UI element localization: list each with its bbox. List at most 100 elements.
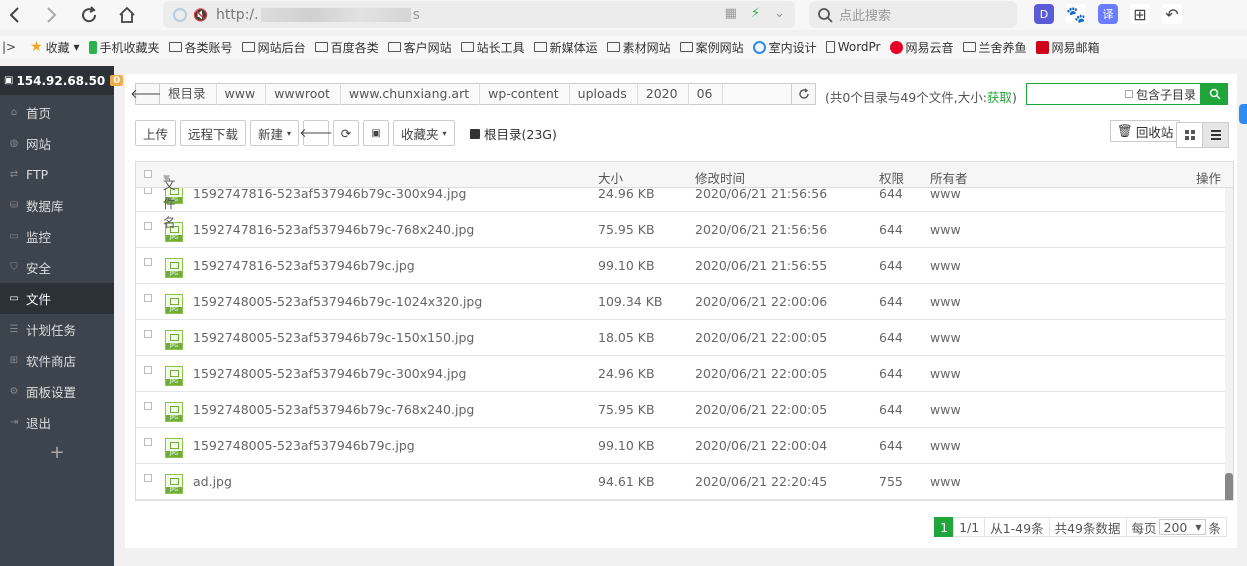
crumb-5[interactable]: uploads (570, 83, 638, 105)
file-owner[interactable]: www (930, 222, 961, 237)
bookmark-9[interactable]: 案例网站 (679, 39, 744, 56)
forward-arrow-icon[interactable] (36, 0, 66, 30)
table-row[interactable]: 1592748005-523af537946b79c-1024x320.jpg 1… (136, 284, 1226, 320)
table-row[interactable]: 1592748005-523af537946b79c-150x150.jpg 18… (136, 320, 1226, 356)
crumb-4[interactable]: wp-content (480, 83, 570, 105)
file-perm[interactable]: 644 (879, 186, 903, 201)
sidebar-item-security[interactable]: ⛉ 安全 (0, 252, 114, 283)
undo-icon[interactable]: ↶ (1162, 4, 1182, 24)
paw-icon[interactable]: 🐾 (1066, 4, 1086, 24)
file-perm[interactable]: 644 (879, 330, 903, 345)
sidebar-item-database[interactable]: ⛁ 数据库 (0, 190, 114, 221)
bookmark-1[interactable]: 手机收藏夹 (88, 39, 160, 56)
site-info-icon[interactable] (173, 7, 187, 22)
bookmark-6[interactable]: 站长工具 (460, 39, 525, 56)
path-back-button[interactable]: 🡐 (130, 83, 165, 105)
file-owner[interactable]: www (930, 330, 961, 345)
sidebar-item-files[interactable]: ▭ 文件 (0, 283, 114, 314)
sidebar-item-store[interactable]: ⊞ 软件商店 (0, 345, 114, 376)
file-perm[interactable]: 644 (879, 294, 903, 309)
file-owner[interactable]: www (930, 258, 961, 273)
favorites-dropdown[interactable]: 收藏夹 ▾ (393, 120, 455, 146)
include-subdir-checkbox[interactable] (1124, 90, 1133, 98)
file-owner[interactable]: www (930, 366, 961, 381)
file-perm[interactable]: 755 (879, 474, 903, 489)
refresh-button[interactable]: ⟳ (333, 120, 360, 146)
translate-icon[interactable]: 译 (1098, 4, 1118, 24)
table-scrollbar[interactable] (1225, 188, 1233, 500)
file-name[interactable]: 1592748005-523af537946b79c-300x94.jpg (193, 366, 466, 381)
grid-icon[interactable]: ▦ (725, 6, 737, 21)
file-owner[interactable]: www (930, 474, 961, 489)
bookmark-11[interactable]: WordPr (825, 40, 881, 54)
bookmark-8[interactable]: 素材网站 (606, 39, 671, 56)
bookmark-5[interactable]: 客户网站 (387, 39, 452, 56)
file-name[interactable]: 1592747816-523af537946b79c-768x240.jpg (193, 222, 474, 237)
page-current[interactable]: 1 (934, 517, 955, 537)
go-back-button[interactable]: 🡐 (299, 120, 333, 146)
crumb-2[interactable]: wwwroot (266, 83, 341, 105)
reload-icon[interactable] (74, 0, 104, 30)
crumb-6[interactable]: 2020 (638, 83, 689, 105)
table-row[interactable]: 1592748005-523af537946b79c-300x94.jpg 24.… (136, 356, 1226, 392)
recycle-bin-button[interactable]: 🗑 回收站 (1110, 120, 1181, 142)
row-checkbox[interactable] (144, 474, 152, 482)
bookmark-14[interactable]: 网易邮箱 (1035, 39, 1100, 56)
table-row[interactable]: 1592747816-523af537946b79c.jpg 99.10 KB 20… (136, 248, 1226, 284)
table-row[interactable]: 1592747816-523af537946b79c-768x240.jpg 75… (136, 212, 1226, 248)
crumb-3[interactable]: www.chunxiang.art (341, 83, 481, 105)
back-arrow-icon[interactable] (0, 0, 30, 30)
header-size[interactable]: 大小 (598, 168, 623, 187)
mute-icon[interactable]: 🔇 (193, 8, 208, 22)
sidebar-item-home[interactable]: ⌂ 首页 (0, 97, 114, 128)
bookmark-13[interactable]: 兰舍养鱼 (962, 39, 1027, 56)
sidebar-toggle-icon[interactable]: |> (2, 40, 16, 54)
table-row[interactable]: 1592748005-523af537946b79c.jpg 99.10 KB 20… (136, 428, 1226, 464)
crumb-0[interactable]: 根目录 (160, 83, 217, 105)
row-checkbox[interactable] (144, 294, 152, 302)
file-search-input[interactable]: 包含子目录 (1026, 83, 1201, 105)
bookmark-12[interactable]: 网易云音 (889, 39, 954, 56)
table-row[interactable]: 1592748005-523af537946b79c-768x240.jpg 75… (136, 392, 1226, 428)
apps-grid-icon[interactable]: ⊞ (1130, 4, 1150, 24)
file-search-button[interactable] (1201, 83, 1228, 105)
sidebar-item-website[interactable]: ◍ 网站 (0, 128, 114, 159)
file-perm[interactable]: 644 (879, 402, 903, 417)
remote-download-button[interactable]: 远程下载 (180, 120, 247, 146)
sidebar-item-ftp[interactable]: ⇄ FTP (0, 159, 114, 190)
file-name[interactable]: 1592748005-523af537946b79c-768x240.jpg (193, 402, 474, 417)
home-icon[interactable] (112, 0, 142, 30)
header-mtime[interactable]: 修改时间 (695, 168, 745, 187)
new-dropdown[interactable]: 新建 ▾ (250, 120, 300, 146)
file-perm[interactable]: 644 (879, 222, 903, 237)
file-owner[interactable]: www (930, 402, 961, 417)
disk-info[interactable]: 根目录(23G) (470, 124, 557, 143)
file-name[interactable]: 1592748005-523af537946b79c-1024x320.jpg (193, 294, 482, 309)
file-name[interactable]: 1592747816-523af537946b79c.jpg (193, 258, 415, 273)
sidebar-item-cron[interactable]: ☰ 计划任务 (0, 314, 114, 345)
per-page-select[interactable]: 200 ▼ (1158, 519, 1207, 535)
file-name[interactable]: 1592748005-523af537946b79c.jpg (193, 438, 415, 453)
terminal-button[interactable]: ▣ (363, 120, 390, 146)
path-refresh-button[interactable] (791, 83, 816, 105)
row-checkbox[interactable] (144, 402, 152, 410)
file-perm[interactable]: 644 (879, 258, 903, 273)
get-size-link[interactable]: 获取 (987, 90, 1012, 105)
file-name[interactable]: 1592747816-523af537946b79c-300x94.jpg (193, 186, 466, 201)
grid-view-button[interactable] (1176, 122, 1203, 148)
upload-button[interactable]: 上传 (135, 120, 177, 146)
side-float-tab[interactable] (1239, 104, 1247, 124)
row-checkbox[interactable] (144, 330, 152, 338)
sidebar-item-settings[interactable]: ⚙ 面板设置 (0, 376, 114, 407)
row-checkbox[interactable] (144, 438, 152, 446)
notification-badge[interactable]: 0 (110, 75, 124, 86)
file-name[interactable]: ad.jpg (193, 474, 232, 489)
bookmark-3[interactable]: 网站后台 (241, 39, 306, 56)
extension-d-icon[interactable]: D (1034, 4, 1054, 24)
bookmark-2[interactable]: 各类账号 (168, 39, 233, 56)
row-checkbox[interactable] (144, 222, 152, 230)
file-perm[interactable]: 644 (879, 366, 903, 381)
file-name[interactable]: 1592748005-523af537946b79c-150x150.jpg (193, 330, 474, 345)
row-checkbox[interactable] (144, 258, 152, 266)
bolt-icon[interactable]: ⚡ (751, 6, 760, 21)
